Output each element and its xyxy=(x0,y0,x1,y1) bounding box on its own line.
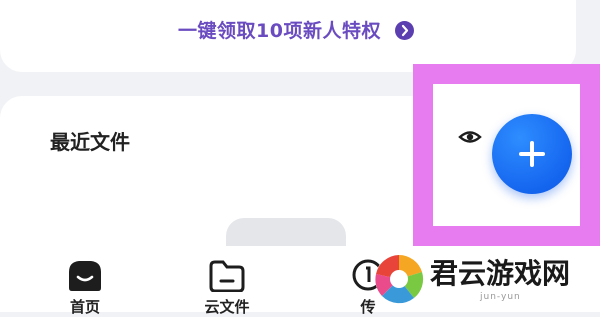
arrow-right-circle-icon[interactable] xyxy=(395,21,414,40)
watermark-subtext: jun-yun xyxy=(480,292,521,302)
nav-item-files[interactable]: 云文件 xyxy=(192,246,262,316)
eye-icon[interactable] xyxy=(458,128,482,150)
nav-label-files: 云文件 xyxy=(204,298,250,316)
watermark-logo xyxy=(372,252,426,310)
watermark-text: 君云游戏网 xyxy=(430,257,571,290)
folder-icon xyxy=(207,258,247,296)
section-title: 最近文件 xyxy=(50,130,130,154)
add-button[interactable] xyxy=(492,114,572,194)
plus-icon xyxy=(519,141,545,167)
watermark: 君云游戏网 jun-yun xyxy=(368,240,600,312)
promo-text[interactable]: 一键领取10项新人特权 xyxy=(178,16,381,43)
promo-banner[interactable]: 一键领取10项新人特权 xyxy=(0,0,576,72)
nav-label-home: 首页 xyxy=(69,298,100,316)
home-icon xyxy=(65,258,105,296)
nav-item-home[interactable]: 首页 xyxy=(50,246,120,316)
